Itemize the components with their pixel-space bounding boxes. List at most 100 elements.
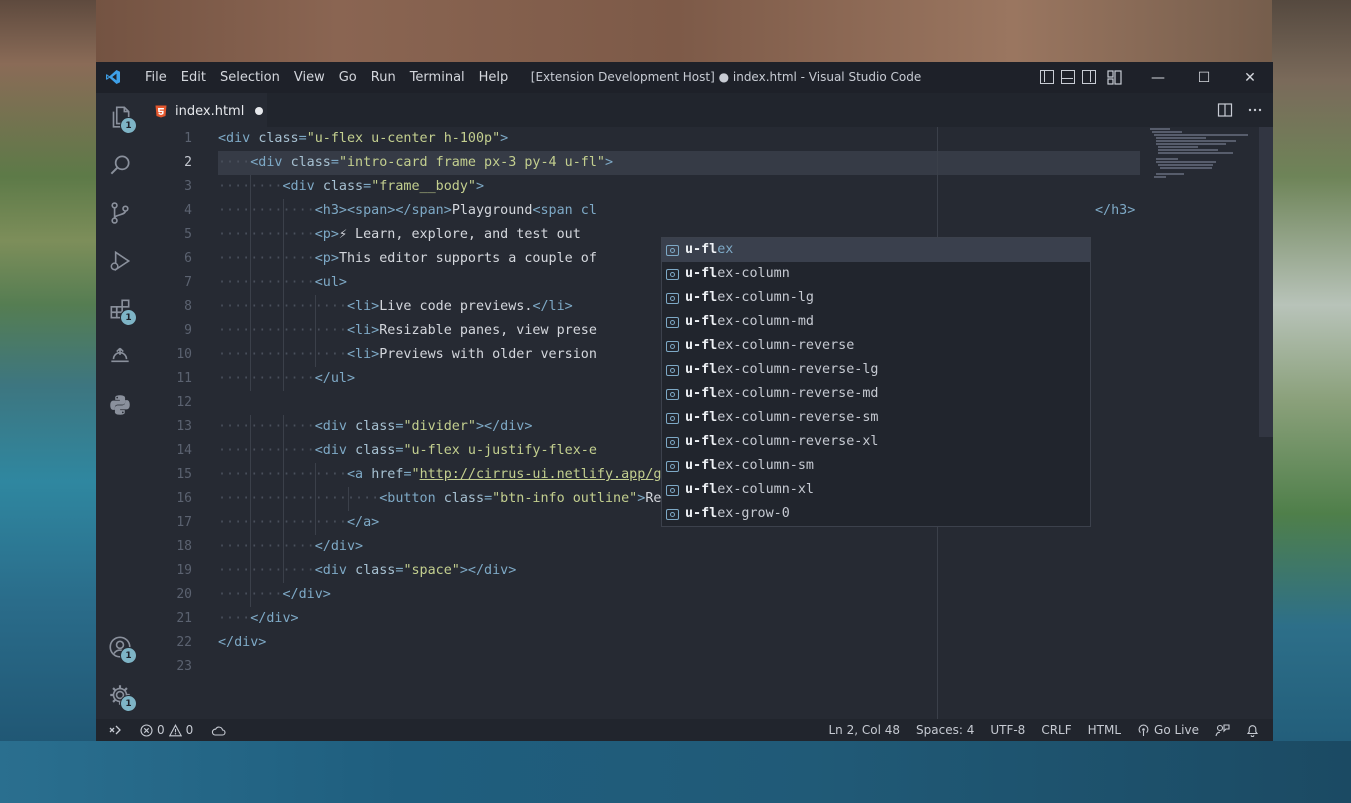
remote-indicator[interactable] [108, 723, 122, 737]
toggle-secondary-sidebar-icon[interactable] [1082, 70, 1096, 84]
menu-terminal[interactable]: Terminal [403, 62, 472, 93]
suggestion-item[interactable]: u-fl ex-column-reverse-md [662, 382, 1090, 406]
line-number: 19 [176, 563, 192, 578]
suggestion-match: u-fl [685, 410, 718, 425]
activity-manage[interactable]: 1 [96, 671, 144, 719]
code-token: <a [347, 467, 372, 482]
suggestion-match: u-fl [685, 338, 718, 353]
vertical-scrollbar[interactable] [1259, 127, 1273, 437]
split-editor-icon[interactable] [1217, 102, 1233, 118]
code-line[interactable]: ····</div> [218, 607, 299, 631]
code-line[interactable]: ············<p>⚡ Learn, explore, and tes… [218, 223, 581, 247]
language-mode[interactable]: HTML [1088, 723, 1121, 737]
problems-indicator[interactable]: 0 0 [140, 723, 193, 737]
activity-extensions[interactable]: 1 [96, 285, 144, 333]
code-line[interactable]: ············<h3><span></span>Playground<… [218, 199, 597, 223]
code-line[interactable]: ········</div> [218, 583, 331, 607]
suggestion-item[interactable]: u-fl ex-column-lg [662, 286, 1090, 310]
activity-run-debug[interactable] [96, 237, 144, 285]
line-number: 7 [184, 275, 192, 290]
end-of-line[interactable]: CRLF [1041, 723, 1071, 737]
code-token: = [330, 155, 339, 170]
suggestion-item[interactable]: u-fl ex-column-reverse-sm [662, 406, 1090, 430]
tab-index-html[interactable]: index.html [144, 93, 267, 128]
activity-source-control[interactable] [96, 189, 144, 237]
code-token: </a> [347, 515, 380, 530]
cursor-position[interactable]: Ln 2, Col 48 [829, 723, 901, 737]
code-line[interactable]: </div> [218, 631, 266, 655]
more-actions-icon[interactable] [1247, 102, 1263, 118]
line-number: 20 [176, 587, 192, 602]
line-number: 21 [176, 611, 192, 626]
suggestion-item[interactable]: u-fl ex-column-sm [662, 454, 1090, 478]
suggestion-item[interactable]: u-fl ex-column-md [662, 310, 1090, 334]
indent-guide [282, 367, 284, 391]
code-line[interactable]: ····<div class="intro-card frame px-3 py… [218, 151, 613, 175]
suggestion-item[interactable]: u-fl ex [662, 238, 1090, 262]
code-line[interactable]: ············<p>This editor supports a co… [218, 247, 597, 271]
code-token: </div> [282, 587, 331, 602]
indent-guide [250, 463, 252, 487]
code-line[interactable]: ················<li>Live code previews.<… [218, 295, 573, 319]
minimap[interactable] [1144, 127, 1264, 207]
code-line[interactable]: ············<div class="divider"></div> [218, 415, 532, 439]
activity-explorer[interactable]: 1 [96, 93, 144, 141]
activity-accounts[interactable]: 1 [96, 623, 144, 671]
minimize-button[interactable]: — [1135, 62, 1181, 93]
code-line[interactable]: ············<div class="u-flex u-justify… [218, 439, 597, 463]
sync-indicator[interactable] [211, 724, 226, 737]
code-line[interactable]: ················</a> [218, 511, 379, 535]
suggestion-item[interactable]: u-fl ex-column-xl [662, 478, 1090, 502]
toggle-panel-icon[interactable] [1061, 70, 1075, 84]
suggestion-rest: ex-column-md [717, 314, 814, 329]
menu-bar: File Edit Selection View Go Run Terminal… [138, 62, 515, 93]
suggestion-item[interactable]: u-fl ex-grow-0 [662, 502, 1090, 526]
whitespace-dots: ············ [218, 419, 315, 434]
indent-guide [315, 511, 317, 535]
toggle-primary-sidebar-icon[interactable] [1040, 70, 1054, 84]
suggestion-item[interactable]: u-fl ex-column-reverse-lg [662, 358, 1090, 382]
menu-edit[interactable]: Edit [174, 62, 213, 93]
code-line[interactable]: ············</div> [218, 535, 363, 559]
activity-search[interactable] [96, 141, 144, 189]
code-token: Previews with older version [379, 347, 597, 362]
line-number: 3 [184, 179, 192, 194]
activity-python[interactable] [96, 381, 144, 429]
feedback-button[interactable] [1215, 723, 1230, 737]
code-editor[interactable]: 1 2 3 4 5 6 7 8 9 10 11 12 13 14 15 16 17 18 19 20 21 22 23 <d… [144, 127, 1273, 719]
customize-layout-icon[interactable] [1107, 70, 1122, 85]
suggestion-rest: ex-column-reverse-sm [717, 410, 879, 425]
code-line[interactable]: <div class="u-flex u-center h-100p"> [218, 127, 508, 151]
editor-actions [1217, 102, 1263, 118]
code-token: class [355, 563, 396, 578]
suggestion-item[interactable]: u-fl ex-column-reverse-xl [662, 430, 1090, 454]
code-token: <div [282, 179, 323, 194]
code-line[interactable]: ················<li>Previews with older … [218, 343, 597, 367]
code-token: "u-flex u-center h-100p" [306, 131, 501, 146]
maximize-button[interactable]: ☐ [1181, 62, 1227, 93]
suggestion-item[interactable]: u-fl ex-column [662, 262, 1090, 286]
code-token: <p> [314, 227, 339, 242]
warning-count: 0 [185, 723, 194, 737]
menu-file[interactable]: File [138, 62, 174, 93]
code-line[interactable]: ········<div class="frame__body"> [218, 175, 484, 199]
vscode-logo-icon[interactable] [105, 69, 121, 85]
indentation[interactable]: Spaces: 4 [916, 723, 974, 737]
menu-selection[interactable]: Selection [213, 62, 287, 93]
go-live-button[interactable]: Go Live [1137, 723, 1199, 737]
code-line[interactable]: ················<li>Resizable panes, vie… [218, 319, 597, 343]
menu-run[interactable]: Run [364, 62, 403, 93]
menu-view[interactable]: View [287, 62, 332, 93]
indent-guide [282, 559, 284, 583]
code-line[interactable]: ············</ul> [218, 367, 355, 391]
unsaved-dot-icon[interactable] [255, 107, 264, 115]
enum-member-icon [666, 292, 679, 304]
code-line[interactable]: ············<div class="space"></div> [218, 559, 516, 583]
suggestion-item[interactable]: u-fl ex-column-reverse [662, 334, 1090, 358]
encoding[interactable]: UTF-8 [990, 723, 1025, 737]
menu-help[interactable]: Help [472, 62, 516, 93]
notifications-button[interactable] [1246, 723, 1259, 737]
menu-go[interactable]: Go [332, 62, 364, 93]
close-button[interactable]: ✕ [1227, 62, 1273, 93]
activity-remote-explorer[interactable] [96, 333, 144, 381]
